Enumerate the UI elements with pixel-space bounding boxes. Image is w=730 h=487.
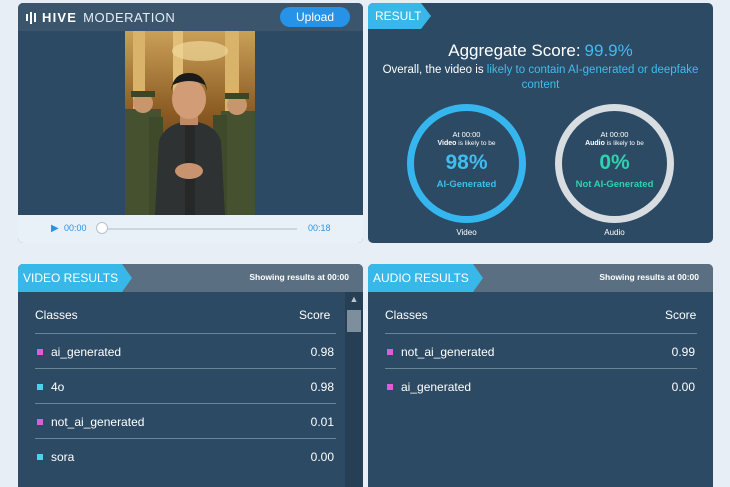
video-preview[interactable] <box>125 31 255 215</box>
class-name: ai_generated <box>51 345 122 359</box>
audio-results-tag: AUDIO RESULTS <box>368 264 483 292</box>
video-frame-image <box>125 31 255 215</box>
video-ring-percent: 98% <box>445 151 488 174</box>
class-score: 0.98 <box>310 345 334 359</box>
upload-button[interactable]: Upload <box>280 7 350 27</box>
brand-rest: MODERATION <box>83 10 176 25</box>
hive-logo: HIVE MODERATION <box>26 10 175 25</box>
class-score: 0.01 <box>310 415 334 429</box>
video-results-header: VIDEO RESULTS Showing results at 00:00 <box>18 264 363 292</box>
aggregate-value: 99.9% <box>584 41 633 60</box>
seek-track[interactable] <box>101 228 297 230</box>
class-name: not_ai_generated <box>51 415 145 429</box>
class-name: not_ai_generated <box>401 345 495 359</box>
current-time: 00:00 <box>64 223 87 233</box>
audio-ring-time: At 00:00 <box>600 130 629 139</box>
aggregate-label: Aggregate Score: <box>448 41 581 60</box>
overall-summary: Overall, the video is likely to contain … <box>378 63 703 93</box>
class-name: ai_generated <box>401 380 472 394</box>
video-results-showing: Showing results at 00:00 <box>249 272 349 282</box>
scroll-up-icon[interactable]: ▲ <box>345 294 363 304</box>
table-row[interactable]: not_ai_generated 0.99 <box>385 333 697 368</box>
media-panel: HIVE MODERATION Upload ▶ 00:00 00:18 <box>18 3 363 243</box>
scroll-thumb[interactable] <box>347 310 361 332</box>
audio-score-ring: At 00:00 Audio is likely to be 0% Not AI… <box>555 104 674 223</box>
class-color-swatch <box>387 349 393 355</box>
audio-ring-percent: 0% <box>599 151 630 174</box>
result-panel: RESULT Aggregate Score: 99.9% Overall, th… <box>368 3 713 243</box>
audio-ring-likely-bold: Audio <box>585 140 605 147</box>
video-results-scrollbar[interactable]: ▲ <box>345 292 363 487</box>
duration: 00:18 <box>308 223 331 233</box>
class-color-swatch <box>37 349 43 355</box>
table-row[interactable]: not_ai_generated 0.01 <box>35 403 336 438</box>
audio-ring-label: Not AI-Generated <box>575 179 654 190</box>
video-player-controls: ▶ 00:00 00:18 <box>18 215 363 243</box>
aggregate-score: Aggregate Score: 99.9% <box>368 41 713 61</box>
class-score: 0.98 <box>310 380 334 394</box>
class-name: sora <box>51 450 75 464</box>
video-col-score[interactable]: Score <box>299 308 330 322</box>
class-score: 0.00 <box>671 380 695 394</box>
audio-results-panel: AUDIO RESULTS Showing results at 00:00 C… <box>368 264 713 487</box>
video-results-tag: VIDEO RESULTS <box>18 264 133 292</box>
audio-ring-likely: Audio is likely to be <box>562 140 667 147</box>
audio-results-showing: Showing results at 00:00 <box>599 272 699 282</box>
overall-prefix: Overall, the video is <box>382 64 484 76</box>
video-results-panel: VIDEO RESULTS Showing results at 00:00 C… <box>18 264 363 487</box>
hive-logo-icon <box>26 11 36 24</box>
class-color-swatch <box>37 454 43 460</box>
class-score: 0.00 <box>310 450 334 464</box>
video-ring-likely: Video is likely to be <box>414 140 519 147</box>
class-color-swatch <box>37 384 43 390</box>
class-color-swatch <box>37 419 43 425</box>
overall-highlight: likely to contain AI-generated or deepfa… <box>486 64 699 91</box>
video-ring-time: At 00:00 <box>452 130 481 139</box>
audio-col-classes[interactable]: Classes <box>385 308 428 322</box>
class-color-swatch <box>387 384 393 390</box>
audio-results-header: AUDIO RESULTS Showing results at 00:00 <box>368 264 713 292</box>
video-ring-caption: Video <box>456 228 477 237</box>
media-header: HIVE MODERATION Upload <box>18 3 363 31</box>
video-score-ring: At 00:00 Video is likely to be 98% AI-Ge… <box>407 104 526 223</box>
video-col-classes[interactable]: Classes <box>35 308 78 322</box>
video-ring-label: AI-Generated <box>436 179 497 190</box>
class-name: 4o <box>51 380 65 394</box>
audio-ring-likely-rest: is likely to be <box>606 140 644 147</box>
brand-bold: HIVE <box>42 10 78 25</box>
result-tag: RESULT <box>368 3 432 29</box>
table-row[interactable]: sora 0.00 <box>35 438 336 473</box>
audio-col-score[interactable]: Score <box>665 308 696 322</box>
play-icon[interactable]: ▶ <box>51 223 59 234</box>
video-ring-likely-bold: Video <box>437 140 457 147</box>
table-row[interactable]: ai_generated 0.98 <box>35 333 336 368</box>
table-row[interactable]: ai_generated 0.00 <box>385 368 697 403</box>
video-ring-likely-rest: is likely to be <box>458 140 496 147</box>
seek-thumb[interactable] <box>96 222 108 234</box>
audio-ring-caption: Audio <box>604 228 625 237</box>
table-row[interactable]: 4o 0.98 <box>35 368 336 403</box>
class-score: 0.99 <box>671 345 695 359</box>
